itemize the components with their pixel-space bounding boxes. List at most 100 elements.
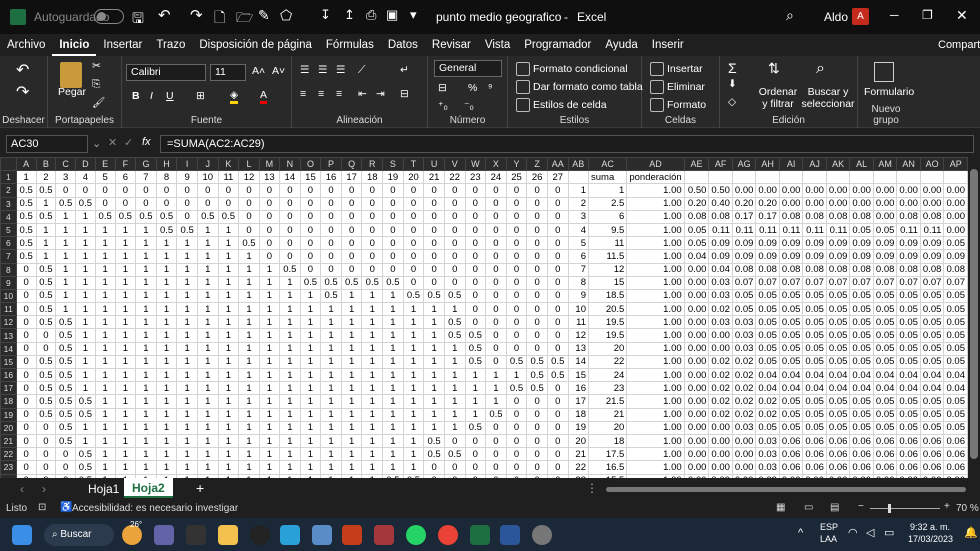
row-header[interactable]: 1 [0, 170, 17, 185]
cell[interactable]: 0.08 [919, 262, 945, 277]
restore-icon[interactable]: ❐ [922, 8, 933, 22]
cell[interactable]: 1 [155, 394, 178, 409]
cell[interactable]: 0.5 [526, 354, 548, 370]
cell[interactable]: 1 [114, 394, 137, 409]
cell[interactable]: 0.5 [55, 381, 77, 396]
cell[interactable]: 0.00 [896, 196, 921, 211]
cell[interactable]: 0.5 [35, 275, 57, 290]
cell[interactable]: 1 [55, 288, 77, 304]
open-folder-icon[interactable]: 🗁 [236, 7, 253, 31]
cell[interactable]: 0.11 [731, 222, 757, 238]
cell[interactable]: 1 [279, 407, 301, 422]
cell[interactable]: 0.04 [778, 367, 804, 383]
cell[interactable] [755, 170, 780, 185]
cell[interactable]: 1 [258, 328, 281, 343]
cell[interactable]: 0.05 [943, 394, 968, 409]
cell[interactable]: 6 [114, 170, 137, 185]
ribbon-tab-ayuda[interactable]: Ayuda [598, 34, 644, 56]
cell[interactable]: 2.5 [587, 196, 628, 211]
cell[interactable]: 0 [485, 262, 507, 277]
cell[interactable]: 0 [15, 275, 37, 290]
cell[interactable]: 1 [299, 288, 322, 304]
cell[interactable]: 1 [35, 249, 57, 264]
cell[interactable]: 1 [279, 460, 301, 475]
cell[interactable]: 0.06 [825, 447, 851, 462]
ribbon-tab-programador[interactable]: Programador [517, 34, 598, 56]
increase-decimal-icon[interactable]: ⁺₀ [438, 100, 448, 112]
cell[interactable]: 0.07 [802, 275, 827, 290]
cell[interactable]: 1 [55, 236, 77, 251]
column-header[interactable]: L [238, 157, 260, 172]
cell[interactable]: 0 [443, 249, 466, 264]
cell[interactable]: 8 [567, 275, 590, 290]
cell[interactable]: 0 [423, 262, 445, 277]
notifications-icon[interactable]: 🔔 [964, 526, 978, 539]
cell[interactable]: 0.5 [75, 394, 96, 409]
merge-center-icon[interactable]: ⊟ [400, 88, 409, 100]
zoom-in-icon[interactable]: + [944, 501, 950, 512]
sheet-tab-hoja2[interactable]: Hoja2 [124, 478, 173, 498]
cell[interactable]: 1 [94, 381, 116, 396]
cell[interactable]: 0 [546, 183, 569, 198]
column-header[interactable]: AO [919, 157, 945, 172]
cell[interactable]: 0.04 [825, 381, 851, 396]
cell[interactable]: 1.00 [626, 407, 685, 422]
cell[interactable]: 10 [196, 170, 219, 185]
cell[interactable]: 0.02 [708, 302, 733, 317]
column-header[interactable]: AA [546, 157, 569, 172]
cell[interactable]: 0.00 [731, 433, 757, 449]
cell[interactable]: 0 [279, 222, 301, 238]
cell[interactable]: 0 [258, 236, 281, 251]
cell[interactable]: 1 [299, 460, 322, 475]
cell[interactable] [802, 170, 827, 185]
new-file-icon[interactable]: 🗋 [214, 7, 225, 31]
cell[interactable]: 1 [55, 302, 77, 317]
cell[interactable]: 0 [505, 433, 528, 449]
cell[interactable]: 0.08 [778, 209, 804, 224]
cell[interactable]: 0 [94, 196, 116, 211]
cell[interactable]: 1 [94, 433, 116, 449]
cell[interactable]: 1 [258, 288, 281, 304]
language-top[interactable]: ESP [820, 522, 838, 532]
cell[interactable]: 1 [443, 367, 466, 383]
cell[interactable]: 20 [587, 420, 628, 435]
cell[interactable]: 0.09 [825, 236, 851, 251]
cell[interactable]: 21.5 [587, 394, 628, 409]
cell[interactable]: 1 [196, 447, 219, 462]
cell[interactable]: 0.5 [155, 209, 178, 224]
column-header[interactable]: AM [872, 157, 898, 172]
cell[interactable]: 1 [135, 302, 157, 317]
cell[interactable]: 0 [505, 183, 528, 198]
cell[interactable]: 1.00 [626, 328, 685, 343]
cell[interactable]: 0.00 [683, 275, 710, 290]
cell[interactable]: 0.04 [943, 367, 968, 383]
cell[interactable]: 0 [485, 275, 507, 290]
cell[interactable]: 1 [35, 236, 57, 251]
cell[interactable]: 1 [443, 381, 466, 396]
windows-start-icon[interactable] [12, 525, 32, 545]
clock-time[interactable]: 9:32 a. m. [910, 522, 950, 532]
cell[interactable]: 1 [176, 394, 198, 409]
cell[interactable]: 0 [299, 249, 322, 264]
cell[interactable]: 0.00 [778, 196, 804, 211]
ribbon-tab-datos[interactable]: Datos [381, 34, 425, 56]
cell[interactable]: 1 [155, 447, 178, 462]
cell[interactable]: 0 [340, 262, 363, 277]
cell[interactable]: 0.08 [825, 262, 851, 277]
cell[interactable]: 1 [35, 222, 57, 238]
cell[interactable]: 1 [155, 407, 178, 422]
clock-date[interactable]: 17/03/2023 [908, 534, 953, 544]
cell[interactable]: 1 [238, 288, 260, 304]
cell[interactable]: 0.06 [849, 460, 874, 475]
normal-view-icon[interactable]: ▦ [776, 502, 785, 513]
cell[interactable]: 1 [94, 249, 116, 264]
cell[interactable]: 1 [361, 341, 384, 356]
cell[interactable]: 1 [505, 367, 528, 383]
cell[interactable]: 1 [155, 460, 178, 475]
cell[interactable]: 17.5 [587, 447, 628, 462]
cell[interactable]: 0 [361, 222, 384, 238]
cell[interactable]: 0 [176, 183, 198, 198]
cell[interactable]: 0 [485, 236, 507, 251]
cell[interactable]: 0.5 [35, 367, 57, 383]
cell[interactable]: 0.05 [896, 341, 921, 356]
